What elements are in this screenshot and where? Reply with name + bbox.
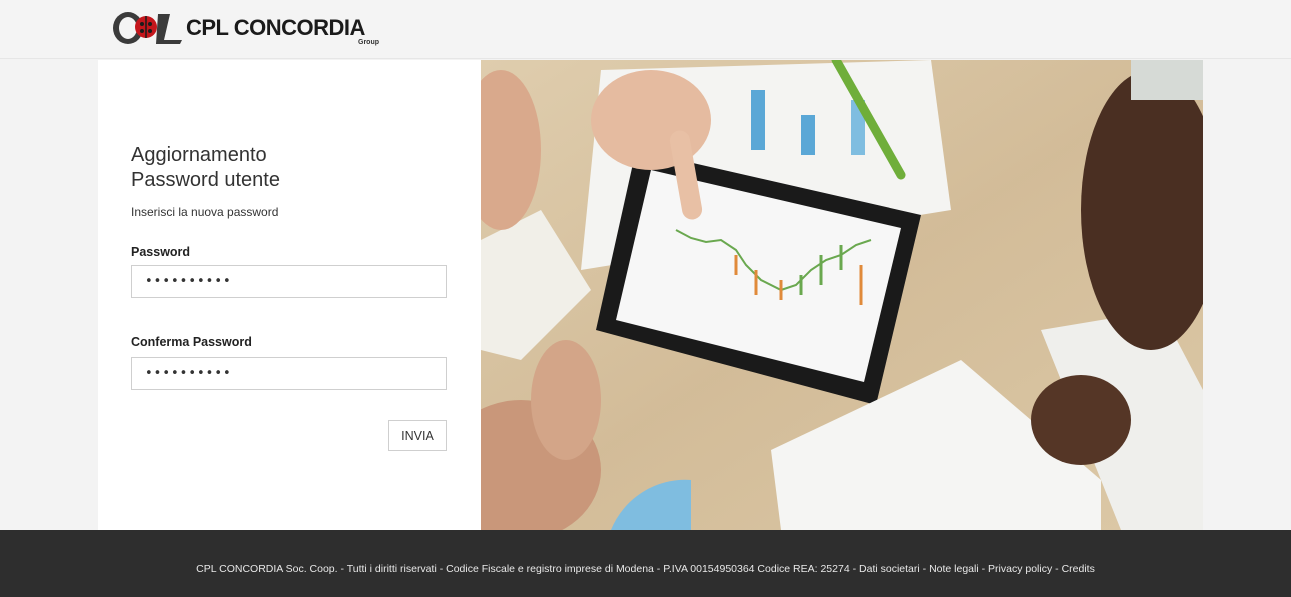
confirm-password-field[interactable] xyxy=(131,357,447,390)
footer-link-dati-societari[interactable]: Dati societari xyxy=(859,563,920,575)
brand-logo[interactable]: CPL CONCORDIA Group xyxy=(112,6,402,50)
footer-company: CPL CONCORDIA Soc. Coop. xyxy=(196,563,338,575)
page-subtitle: Inserisci la nuova password xyxy=(131,205,279,219)
password-field[interactable] xyxy=(131,265,447,298)
footer-separator: - xyxy=(919,563,930,575)
footer-link-note-legali[interactable]: Note legali xyxy=(929,563,979,575)
brand-name: CPL CONCORDIA xyxy=(186,15,365,40)
footer-separator: - xyxy=(436,563,447,575)
site-footer: CPL CONCORDIA Soc. Coop. - Tutti i dirit… xyxy=(0,530,1291,597)
footer-legal-text: CPL CONCORDIA Soc. Coop. - Tutti i dirit… xyxy=(0,563,1291,575)
footer-separator: - xyxy=(653,563,664,575)
cpl-ladybug-logo-icon xyxy=(113,12,182,44)
footer-separator: - xyxy=(337,563,347,575)
password-update-panel: Aggiornamento Password utente Inserisci … xyxy=(98,60,481,530)
footer-separator: - xyxy=(849,563,860,575)
page-title-line1: Aggiornamento xyxy=(131,144,267,166)
password-label: Password xyxy=(131,245,191,259)
footer-link-privacy-policy[interactable]: Privacy policy xyxy=(988,563,1052,575)
page-title-line2: Password utente xyxy=(131,169,280,191)
page-title: Aggiornamento Password utente xyxy=(131,143,451,193)
hero-image xyxy=(481,60,1203,530)
brand-subtitle: Group xyxy=(358,39,379,46)
footer-vat: P.IVA 00154950364 Codice REA: 25274 xyxy=(663,563,850,575)
footer-link-credits[interactable]: Credits xyxy=(1062,563,1095,575)
footer-registry: Codice Fiscale e registro imprese di Mod… xyxy=(446,563,654,575)
confirm-password-label: Conferma Password xyxy=(131,335,252,349)
submit-button[interactable]: INVIA xyxy=(388,420,447,451)
footer-rights: Tutti i diritti riservati xyxy=(346,563,437,575)
site-header: CPL CONCORDIA Group xyxy=(0,0,1291,59)
business-tablet-illustration xyxy=(481,60,1203,530)
footer-separator: - xyxy=(978,563,989,575)
footer-separator: - xyxy=(1052,563,1062,575)
